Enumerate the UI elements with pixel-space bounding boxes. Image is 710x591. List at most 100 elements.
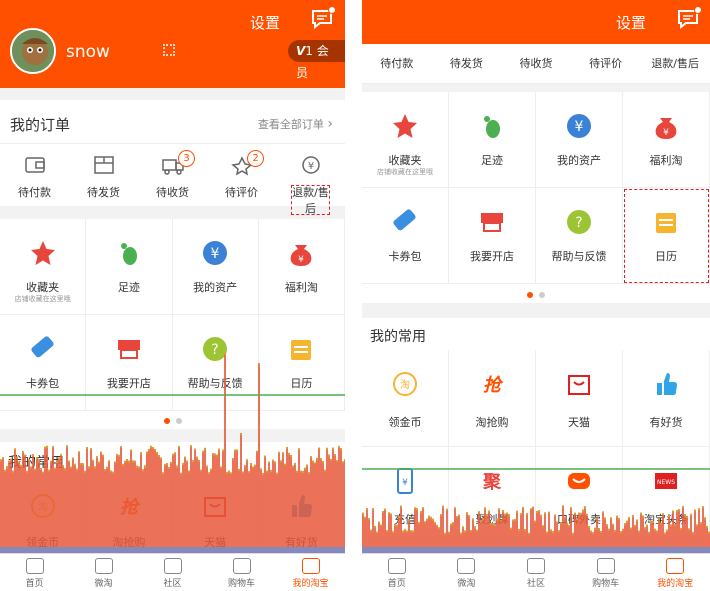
grid-sublabel: 店铺收藏在这里哦 xyxy=(14,295,71,303)
avatar[interactable] xyxy=(10,28,56,74)
services-grid: 收藏夹 店铺收藏在这里哦 足迹 ¥ 我的资产 ¥ 福利淘 卡券包 我要开店? 帮助与反馈 日历 xyxy=(362,92,710,303)
common-1-0[interactable]: ¥ 充值 xyxy=(362,447,449,544)
common-section: 我的常用 淘领金币抢淘抢购 天猫 有好货 xyxy=(0,442,345,553)
service-0-2[interactable]: ¥ 我的资产 xyxy=(536,92,623,188)
service-1-3[interactable]: 日历 xyxy=(623,188,710,284)
qr-code-icon[interactable] xyxy=(163,44,175,56)
tab-my-taobao[interactable]: 我的淘宝 xyxy=(640,554,710,591)
tab-community[interactable]: 社区 xyxy=(501,554,571,591)
shop-icon xyxy=(481,213,503,232)
receive-count-badge: 3 xyxy=(178,150,196,167)
common-0-0[interactable]: 淘领金币 xyxy=(0,478,87,553)
grid-sublabel: 店铺收藏在这里哦 xyxy=(377,168,433,176)
svg-text:淘: 淘 xyxy=(400,378,410,391)
right-screenshot: 设置 待付款 待发货 待收货 待评价 退款/售后 收藏夹 店铺收藏在这里哦 足迹 ¥ 我… xyxy=(362,0,710,591)
my-taobao-icon xyxy=(666,558,685,574)
page-indicator xyxy=(0,413,345,429)
grid-label: 聚划算 xyxy=(475,513,509,526)
cart-icon xyxy=(232,558,251,574)
service-1-2[interactable]: ? 帮助与反馈 xyxy=(536,188,623,284)
tab-weitao[interactable]: 微淘 xyxy=(69,554,138,591)
tab-home[interactable]: 首页 xyxy=(362,554,432,591)
common-0-3[interactable]: 有好货 xyxy=(623,350,710,447)
order-pending-payment[interactable]: 待付款 xyxy=(0,144,69,206)
grid-label: 口碑外卖 xyxy=(557,513,601,526)
tab-cart[interactable]: 购物车 xyxy=(571,554,641,591)
common-0-2[interactable]: 天猫 xyxy=(172,478,259,553)
koubei-icon xyxy=(568,473,590,489)
orders-title: 我的订单 xyxy=(10,116,71,134)
service-0-3[interactable]: ¥ 福利淘 xyxy=(623,92,710,188)
order-pending-receive[interactable]: 3 待收货 xyxy=(138,144,207,206)
common-1-3[interactable]: NEWS 淘宝头条 xyxy=(623,447,710,544)
weitao-icon xyxy=(94,558,113,574)
tab-weitao[interactable]: 微淘 xyxy=(432,554,502,591)
grid-label: 收藏夹 xyxy=(26,281,60,294)
service-1-1[interactable]: 我要开店 xyxy=(449,188,536,284)
grid-label: 福利淘 xyxy=(649,154,683,167)
service-0-0[interactable]: 收藏夹 店铺收藏在这里哦 xyxy=(0,219,87,315)
common-0-1[interactable]: 抢淘抢购 xyxy=(449,350,536,447)
review-count-badge: 2 xyxy=(247,150,265,167)
common-0-3[interactable]: 有好货 xyxy=(258,478,345,553)
service-0-1[interactable]: 足迹 xyxy=(449,92,536,188)
order-pending-receive[interactable]: 待收货 xyxy=(501,44,571,83)
calendar-icon xyxy=(656,213,676,233)
order-pending-ship[interactable]: 待发货 xyxy=(69,144,138,206)
service-1-3[interactable]: 日历 xyxy=(258,315,345,411)
grid-label: 有好货 xyxy=(649,416,683,429)
order-pending-review[interactable]: 待评价 xyxy=(571,44,641,83)
common-0-0[interactable]: 淘领金币 xyxy=(362,350,449,447)
tab-my-taobao[interactable]: 我的淘宝 xyxy=(276,554,345,591)
home-icon xyxy=(387,558,406,574)
order-refund[interactable]: 退款/售后 xyxy=(640,44,710,83)
settings-link[interactable]: 设置 xyxy=(250,12,280,33)
service-1-0[interactable]: 卡券包 xyxy=(362,188,449,284)
box-icon xyxy=(93,156,114,174)
service-0-0[interactable]: 收藏夹 店铺收藏在这里哦 xyxy=(362,92,449,188)
page-indicator xyxy=(362,287,710,303)
overlay-bar-top xyxy=(240,433,242,435)
service-1-1[interactable]: 我要开店 xyxy=(86,315,173,411)
svg-text:聚: 聚 xyxy=(482,472,502,493)
cart-icon xyxy=(596,558,615,574)
profile-header: 设置 snow V1 会员 xyxy=(0,0,345,88)
svg-text:?: ? xyxy=(575,215,582,231)
tab-home[interactable]: 首页 xyxy=(0,554,69,591)
grid-label: 天猫 xyxy=(568,416,590,429)
calendar-icon xyxy=(291,340,312,360)
grid-label: 淘抢购 xyxy=(112,536,146,549)
yen-icon: ¥ xyxy=(203,241,228,265)
grid-label: 我的资产 xyxy=(557,154,601,167)
common-0-2[interactable]: 天猫 xyxy=(536,350,623,447)
vip-badge[interactable]: V1 会员 xyxy=(288,40,345,80)
order-pending-review[interactable]: 2 待评价 xyxy=(207,144,276,206)
common-1-1[interactable]: 聚聚划算 xyxy=(449,447,536,544)
svg-text:¥: ¥ xyxy=(211,246,220,262)
message-icon[interactable] xyxy=(676,6,702,30)
svg-text:¥: ¥ xyxy=(307,161,313,172)
svg-text:?: ? xyxy=(211,342,218,358)
grab-icon: 抢 xyxy=(483,375,504,396)
order-pending-ship[interactable]: 待发货 xyxy=(432,44,502,83)
service-0-2[interactable]: ¥ 我的资产 xyxy=(172,219,259,315)
common-0-1[interactable]: 抢淘抢购 xyxy=(86,478,173,553)
service-0-1[interactable]: 足迹 xyxy=(86,219,173,315)
common-1-2[interactable]: 口碑外卖 xyxy=(536,447,623,544)
settings-link[interactable]: 设置 xyxy=(616,12,646,33)
tab-community[interactable]: 社区 xyxy=(138,554,207,591)
username[interactable]: snow xyxy=(66,42,110,62)
orders-header[interactable]: 我的订单 查看全部订单 › xyxy=(0,100,345,144)
order-pending-payment[interactable]: 待付款 xyxy=(362,44,432,83)
tab-cart[interactable]: 购物车 xyxy=(207,554,276,591)
view-all-orders-link[interactable]: 查看全部订单 › xyxy=(258,116,333,132)
order-refund[interactable]: ¥ 退款/售后 xyxy=(276,144,345,215)
grid-label: 足迹 xyxy=(117,281,140,294)
service-1-0[interactable]: 卡券包 xyxy=(0,315,87,411)
grid-label: 福利淘 xyxy=(284,281,318,294)
message-icon[interactable] xyxy=(310,6,336,30)
money-bag-icon: ¥ xyxy=(291,245,312,266)
service-1-2[interactable]: ? 帮助与反馈 xyxy=(172,315,259,411)
service-0-3[interactable]: ¥ 福利淘 xyxy=(258,219,345,315)
money-bag-icon: ¥ xyxy=(655,118,677,139)
